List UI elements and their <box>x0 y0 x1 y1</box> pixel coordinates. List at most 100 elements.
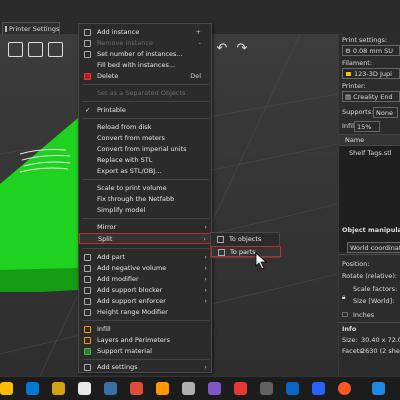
menu-fix-netfabb[interactable]: Fix through the Netfabb <box>79 194 213 205</box>
undo-icon[interactable]: ↶ <box>214 42 230 56</box>
chrome-icon[interactable] <box>0 382 13 395</box>
menu-mirror-label: Mirror <box>97 223 117 231</box>
menu-add-instance[interactable]: Add instance + <box>79 27 213 38</box>
redo-icon[interactable]: ↷ <box>234 42 250 56</box>
menu-set-instances[interactable]: Set number of instances... <box>79 49 213 60</box>
menu-height-range[interactable]: Height range Modifier <box>79 307 213 318</box>
menu-printable[interactable]: ✓ Printable <box>79 105 213 116</box>
menu-separator <box>83 179 209 180</box>
object-manipulation-label: Object manipulati <box>342 226 400 234</box>
support-material-icon <box>84 348 91 355</box>
edge-icon[interactable] <box>26 382 39 395</box>
lock-icon[interactable]: 🔒︎ <box>342 293 345 302</box>
menu-convert-imperial[interactable]: Convert from imperial units <box>79 144 213 155</box>
inches-checkbox[interactable]: ☐ <box>342 311 348 319</box>
facets-value: 2630 (2 she <box>361 347 400 355</box>
app-icon-8[interactable] <box>312 382 325 395</box>
rotate-label: Rotate (relative): <box>342 272 398 280</box>
outlook-icon[interactable] <box>286 382 299 395</box>
supports-select[interactable]: None <box>373 107 398 118</box>
menu-add-part[interactable]: Add part › <box>79 252 213 263</box>
app-icon-6[interactable] <box>234 382 247 395</box>
submenu-to-objects[interactable]: To objects <box>211 234 281 245</box>
print-settings-value: 0.08 mm SU <box>352 46 393 55</box>
gear-icon: ⚙ <box>345 46 351 55</box>
menu-delete[interactable]: Delete Del <box>79 71 213 82</box>
menu-separator <box>83 218 209 219</box>
menu-support-material-label: Support material <box>97 347 152 355</box>
menu-reload-label: Reload from disk <box>97 123 152 131</box>
menu-scale-volume[interactable]: Scale to print volume <box>79 183 213 194</box>
menu-mirror[interactable]: Mirror › <box>79 222 213 233</box>
printer-value: Creality End <box>353 92 393 101</box>
menu-fill-bed-label: Fill bed with instances... <box>97 61 176 69</box>
world-coordinates-select[interactable]: World coordinate <box>347 242 400 253</box>
app-icon-9[interactable] <box>372 382 385 395</box>
print-settings-label: Print settings: <box>342 36 388 44</box>
file-explorer-icon[interactable] <box>52 382 65 395</box>
menu-add-modifier[interactable]: Add modifier › <box>79 274 213 285</box>
menu-export-stl[interactable]: Export as STL/OBJ... <box>79 166 213 177</box>
app-icon-5[interactable] <box>208 382 221 395</box>
tab-printer-settings[interactable]: Printer Settings <box>2 22 60 34</box>
app-icon-4[interactable] <box>182 382 195 395</box>
app-icon-7[interactable] <box>260 382 273 395</box>
menu-printable-label: Printable <box>97 106 126 114</box>
menu-replace-stl[interactable]: Replace with STL <box>79 155 213 166</box>
chevron-right-icon: › <box>204 275 207 283</box>
menu-layers-perimeters-label: Layers and Perimeters <box>97 336 170 344</box>
add-instance-shortcut: + <box>195 28 201 36</box>
menu-add-settings-label: Add settings <box>97 363 138 371</box>
to-objects-icon <box>217 236 224 243</box>
menu-reload[interactable]: Reload from disk <box>79 122 213 133</box>
menu-separator <box>83 84 209 85</box>
menu-split[interactable]: Split › <box>79 233 213 244</box>
menu-support-material[interactable]: Support material <box>79 346 213 357</box>
chevron-right-icon: › <box>204 297 207 305</box>
printer-select[interactable]: ▤ Creality End <box>342 91 400 102</box>
menu-separator <box>83 320 209 321</box>
infill-select[interactable]: 15% <box>354 121 380 132</box>
remove-instance-icon <box>84 40 91 47</box>
menu-set-separated[interactable]: Set as a Separated Objects <box>79 88 213 99</box>
prusaslicer-icon[interactable] <box>338 382 351 395</box>
infill-icon <box>84 326 91 333</box>
menu-add-part-label: Add part <box>97 253 125 261</box>
split-submenu: To objects To parts <box>210 232 281 258</box>
app-icon-2[interactable] <box>130 382 143 395</box>
menu-add-settings[interactable]: Add settings › <box>79 362 213 373</box>
context-menu: Add instance + Remove instance - Set numbe… <box>78 23 213 373</box>
menu-add-support-blocker[interactable]: Add support blocker › <box>79 285 213 296</box>
notion-icon[interactable] <box>78 382 91 395</box>
negative-volume-icon <box>84 265 91 272</box>
app-icon[interactable] <box>104 382 117 395</box>
menu-set-separated-label: Set as a Separated Objects <box>97 89 186 97</box>
modifier-icon <box>84 276 91 283</box>
object-list-name-header: Name <box>339 135 400 146</box>
object-list[interactable]: Name Shelf Tags.stl <box>339 134 400 252</box>
filament-select[interactable]: 123-3D Jupi <box>342 68 400 79</box>
supports-value: None <box>376 108 393 117</box>
delete-shortcut: Del <box>190 72 201 80</box>
menu-layers-perimeters[interactable]: Layers and Perimeters <box>79 335 213 346</box>
menu-remove-instance[interactable]: Remove instance - <box>79 38 213 49</box>
menu-separator <box>83 248 209 249</box>
filament-color-swatch <box>345 70 352 77</box>
menu-convert-imperial-label: Convert from imperial units <box>97 145 187 153</box>
arrange-button[interactable] <box>48 42 63 57</box>
object-list-item[interactable]: Shelf Tags.stl <box>349 149 392 157</box>
menu-add-support-enforcer[interactable]: Add support enforcer › <box>79 296 213 307</box>
menu-add-negative[interactable]: Add negative volume › <box>79 263 213 274</box>
menu-infill[interactable]: Infill <box>79 324 213 335</box>
infill-value: 15% <box>357 122 372 131</box>
chevron-right-icon: › <box>204 264 207 272</box>
submenu-to-parts[interactable]: To parts <box>211 246 281 257</box>
add-object-button[interactable] <box>8 42 23 57</box>
menu-fill-bed[interactable]: Fill bed with instances... <box>79 60 213 71</box>
menu-simplify[interactable]: Simplify model <box>79 205 213 216</box>
menu-height-range-label: Height range Modifier <box>97 308 168 316</box>
menu-convert-meters[interactable]: Convert from meters <box>79 133 213 144</box>
app-icon-3[interactable] <box>156 382 169 395</box>
print-settings-select[interactable]: ⚙ 0.08 mm SU <box>342 45 400 56</box>
delete-object-button[interactable] <box>28 42 43 57</box>
